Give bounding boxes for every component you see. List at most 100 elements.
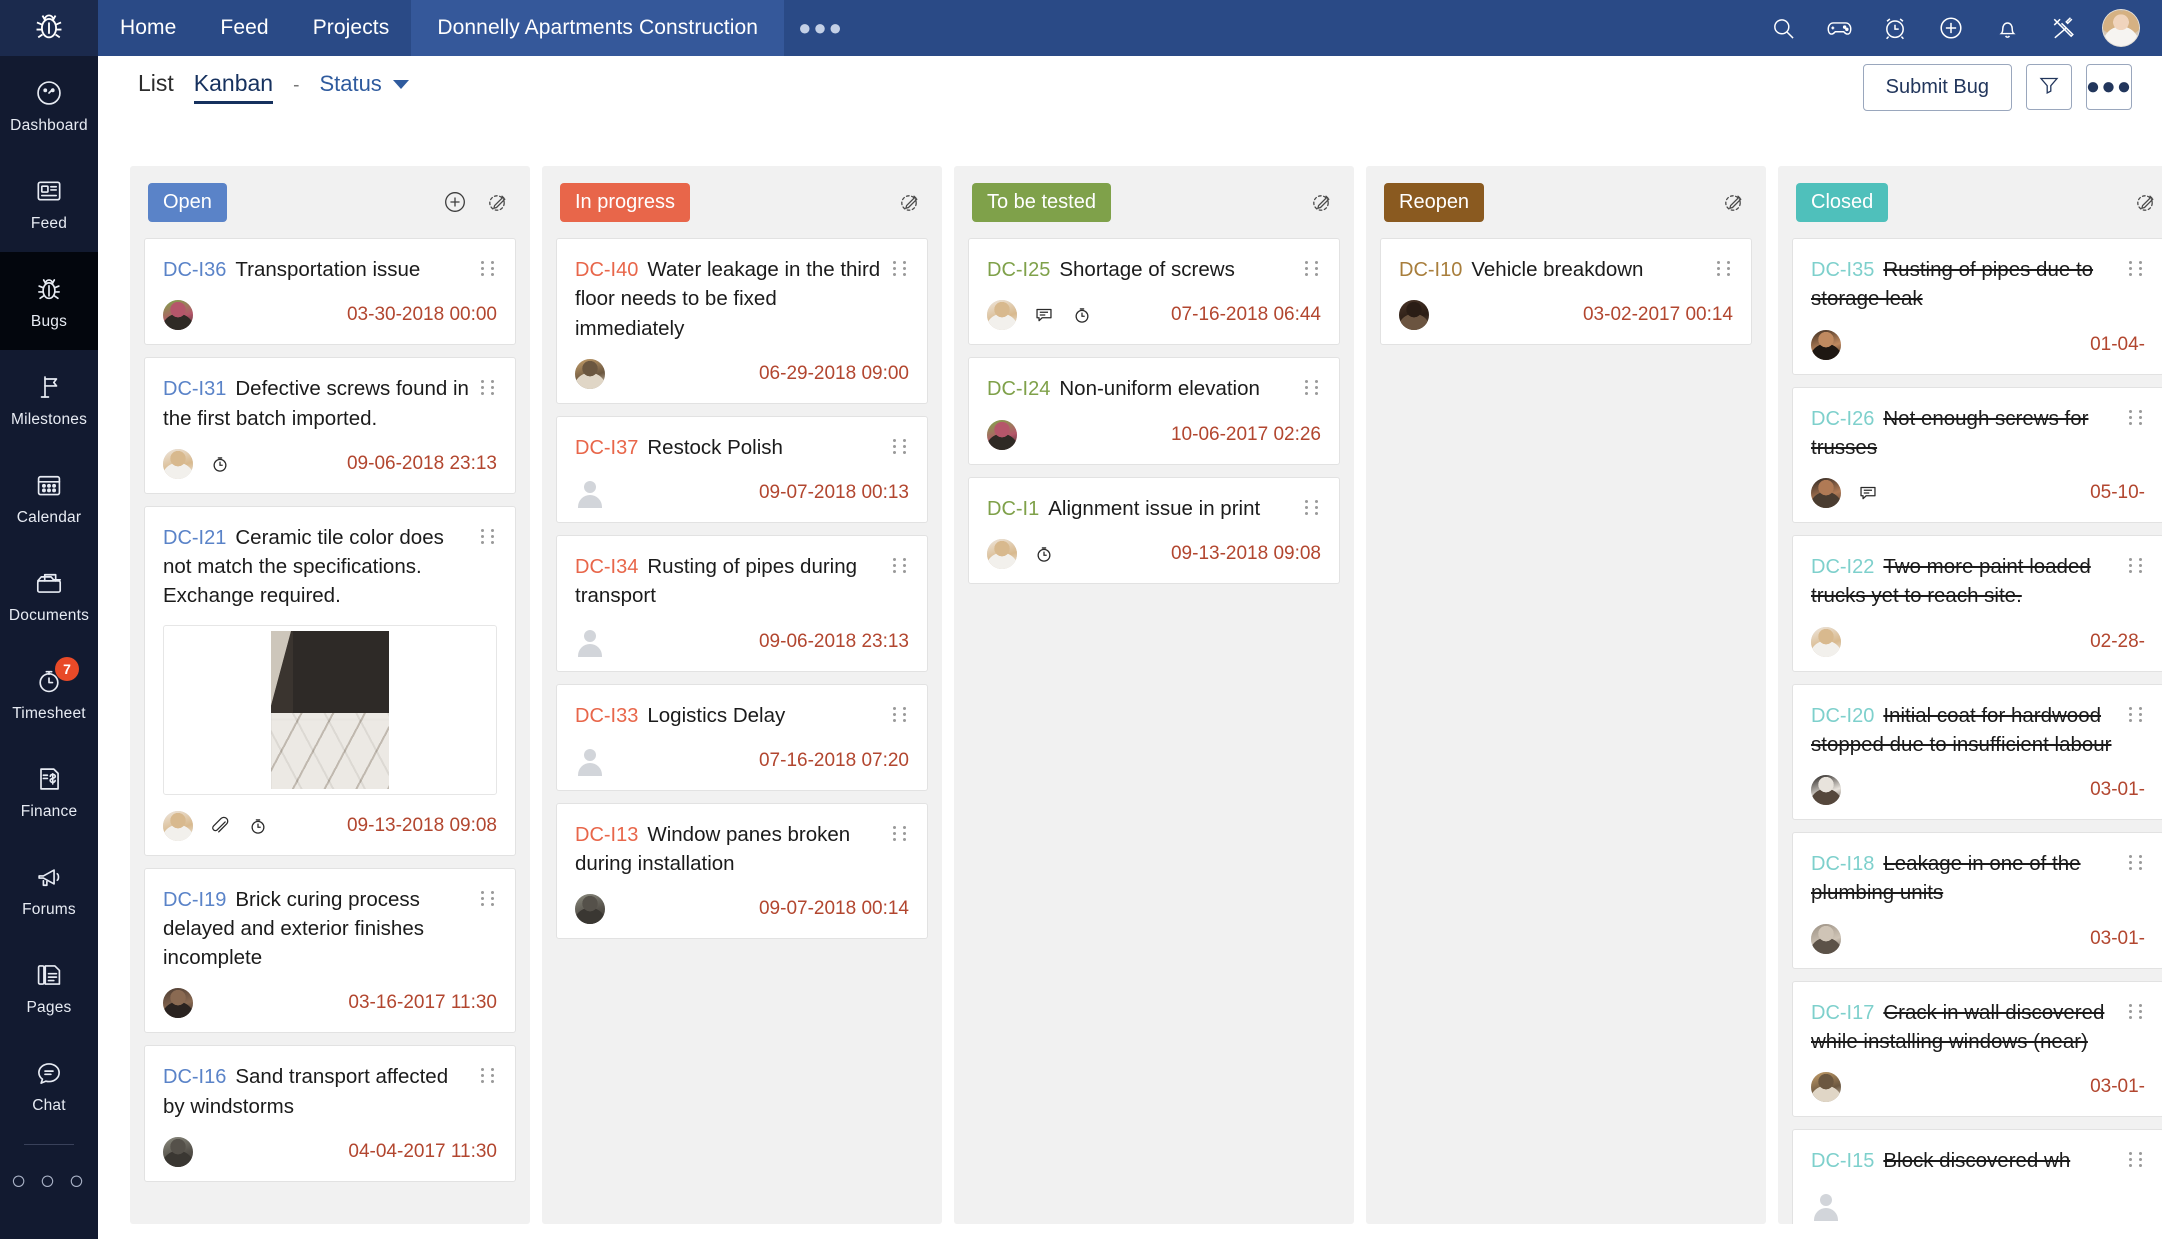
card-key[interactable]: DC-I19 [163,889,226,911]
assignee-avatar[interactable] [163,300,193,331]
drag-handle-icon[interactable] [1305,261,1321,276]
column-cards[interactable]: DC-I10 Vehicle breakdown 03-02-2017 00:14 [1366,238,1766,1224]
assignee-avatar[interactable] [987,539,1017,570]
submit-bug-button[interactable]: Submit Bug [1862,63,2012,111]
alarm-clock-icon[interactable] [1878,11,1912,45]
card-key[interactable]: DC-I34 [575,556,638,578]
kanban-card[interactable]: DC-I36 Transportation issue 03-30-2018 00:… [144,238,516,346]
comment-icon[interactable] [1033,304,1055,326]
kanban-card[interactable]: DC-I26 Not enough screws for trusses 05-10… [1792,386,2162,523]
card-key[interactable]: DC-I33 [575,705,638,727]
kanban-card[interactable]: DC-I15 Block discovered wh [1792,1129,2162,1224]
add-card-icon[interactable] [442,189,468,215]
edit-pencil-icon[interactable] [1310,190,1334,214]
drag-handle-icon[interactable] [893,261,909,276]
assignee-avatar[interactable] [575,894,605,925]
nav-overflow-icon[interactable]: ●●● [784,0,858,56]
drag-handle-icon[interactable] [2129,855,2145,870]
assignee-avatar[interactable] [163,448,193,479]
kanban-card[interactable]: DC-I18 Leakage in one of the plumbing uni… [1792,832,2162,969]
sidebar-item-documents[interactable]: Documents [0,546,98,644]
card-key[interactable]: DC-I13 [575,824,638,846]
card-key[interactable]: DC-I18 [1811,853,1874,875]
drag-handle-icon[interactable] [481,380,497,396]
stopwatch-icon[interactable] [247,815,269,837]
assignee-avatar[interactable] [575,358,605,389]
unassigned-avatar-icon[interactable] [1811,1191,1841,1222]
bell-icon[interactable] [1990,11,2024,45]
sidebar-item-bugs[interactable]: Bugs [0,252,98,350]
app-logo[interactable] [0,0,98,56]
card-key[interactable]: DC-I24 [987,378,1050,400]
kanban-card[interactable]: DC-I33 Logistics Delay 07-16-2018 07:20 [556,683,928,791]
drag-handle-icon[interactable] [2129,409,2145,425]
card-key[interactable]: DC-I22 [1811,556,1874,578]
card-attachment-preview[interactable] [163,624,497,795]
assignee-avatar[interactable] [1811,1072,1841,1102]
nav-item-feed[interactable]: Feed [198,0,290,56]
column-cards[interactable]: DC-I40 Water leakage in the third floor n… [542,238,942,1224]
kanban-card[interactable]: DC-I17 Crack in wall discovered while ins… [1792,980,2162,1117]
assignee-avatar[interactable] [987,300,1017,331]
card-title[interactable]: Restock Polish [647,436,783,459]
avatar[interactable] [2102,9,2140,47]
kanban-card[interactable]: DC-I35 Rusting of pipes due to storage le… [1792,238,2162,375]
tools-icon[interactable] [2046,11,2080,45]
stopwatch-icon[interactable] [1071,304,1093,326]
kanban-card[interactable]: DC-I37 Restock Polish 09-07-2018 00:13 [556,415,928,523]
sidebar-item-milestones[interactable]: Milestones [0,350,98,448]
card-title[interactable]: Vehicle breakdown [1471,258,1643,281]
filter-button[interactable] [2026,64,2072,110]
card-title[interactable]: Transportation issue [235,258,420,281]
add-circle-icon[interactable] [1934,11,1968,45]
assignee-avatar[interactable] [1811,478,1841,508]
card-title[interactable]: Non-uniform elevation [1059,377,1260,400]
sidebar-item-dashboard[interactable]: Dashboard [0,56,98,154]
attachment-icon[interactable] [209,815,231,837]
drag-handle-icon[interactable] [1305,499,1321,515]
kanban-card[interactable]: DC-I40 Water leakage in the third floor n… [556,238,928,404]
nav-item-current-project[interactable]: Donnelly Apartments Construction [411,0,785,56]
card-title[interactable]: Logistics Delay [647,704,785,727]
nav-item-home[interactable]: Home [98,0,198,56]
kanban-card[interactable]: DC-I16 Sand transport affected by windsto… [144,1045,516,1182]
sidebar-more-icon[interactable]: ○ ○ ○ [0,1145,98,1215]
assignee-avatar[interactable] [163,988,193,1019]
drag-handle-icon[interactable] [2129,558,2145,573]
card-key[interactable]: DC-I26 [1811,408,1874,430]
card-title[interactable]: Alignment issue in print [1048,497,1260,520]
column-cards[interactable]: DC-I36 Transportation issue 03-30-2018 00:… [130,238,530,1224]
drag-handle-icon[interactable] [893,706,909,722]
card-key[interactable]: DC-I40 [575,259,638,281]
drag-handle-icon[interactable] [893,438,909,454]
kanban-card[interactable]: DC-I24 Non-uniform elevation 10-06-2017 02… [968,357,1340,465]
unassigned-avatar-icon[interactable] [575,627,605,657]
column-status-pill[interactable]: In progress [560,182,691,222]
kanban-card[interactable]: DC-I1 Alignment issue in print 09-13-2018 … [968,476,1340,585]
kanban-card[interactable]: DC-I20 Initial coat for hardwood stopped … [1792,683,2162,820]
card-key[interactable]: DC-I15 [1811,1150,1874,1172]
card-title[interactable]: Block discovered wh [1883,1149,2070,1172]
kanban-card[interactable]: DC-I19 Brick curing process delayed and e… [144,867,516,1034]
card-title[interactable]: Shortage of screws [1059,258,1234,281]
kanban-card[interactable]: DC-I31 Defective screws found in the firs… [144,357,516,494]
comment-icon[interactable] [1857,482,1879,504]
card-key[interactable]: DC-I16 [163,1066,226,1088]
card-key[interactable]: DC-I10 [1399,259,1462,281]
column-cards[interactable]: DC-I25 Shortage of screws 07-16-2018 06:44… [954,238,1354,1224]
tab-list[interactable]: List [138,70,174,101]
search-icon[interactable] [1766,11,1800,45]
edit-pencil-icon[interactable] [898,190,922,214]
column-cards[interactable]: DC-I35 Rusting of pipes due to storage le… [1778,238,2162,1224]
drag-handle-icon[interactable] [893,558,909,573]
stopwatch-icon[interactable] [209,453,231,475]
card-key[interactable]: DC-I20 [1811,705,1874,727]
kanban-card[interactable]: DC-I34 Rusting of pipes during transport 0… [556,535,928,672]
assignee-avatar[interactable] [987,419,1017,450]
sidebar-item-calendar[interactable]: Calendar [0,448,98,546]
game-controller-icon[interactable] [1822,11,1856,45]
more-options-button[interactable]: ●●● [2086,64,2132,110]
assignee-avatar[interactable] [1811,775,1841,805]
column-status-pill[interactable]: Reopen [1384,182,1485,222]
card-key[interactable]: DC-I37 [575,437,638,459]
